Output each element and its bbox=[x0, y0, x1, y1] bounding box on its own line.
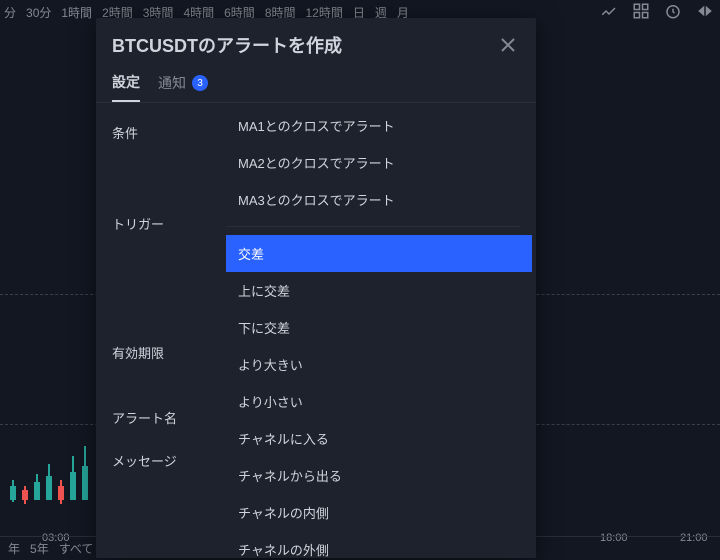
rewind-icon[interactable] bbox=[696, 2, 714, 20]
tab-settings[interactable]: 設定 bbox=[112, 72, 140, 102]
label-condition: 条件 bbox=[112, 123, 226, 142]
trigger-option-group: 交差 上に交差 下に交差 より大きい より小さい チャネルに入る チャネルから出… bbox=[226, 231, 532, 558]
timeframe-item[interactable]: 30分 bbox=[26, 4, 51, 21]
close-button[interactable] bbox=[496, 33, 520, 57]
range-item[interactable]: 5年 bbox=[30, 540, 49, 557]
label-expiry: 有効期限 bbox=[112, 343, 226, 362]
label-message: メッセージ bbox=[112, 451, 226, 470]
trigger-option[interactable]: より小さい bbox=[226, 383, 532, 420]
tab-notify[interactable]: 通知 3 bbox=[158, 72, 208, 102]
notify-badge: 3 bbox=[192, 75, 208, 91]
options-dropdown[interactable]: MA1とのクロスでアラート MA2とのクロスでアラート MA3とのクロスでアラー… bbox=[226, 103, 536, 558]
timeframe-item[interactable]: 1時間 bbox=[61, 4, 92, 21]
alert-clock-icon[interactable] bbox=[664, 2, 682, 20]
trigger-option[interactable]: 下に交差 bbox=[226, 309, 532, 346]
trigger-option[interactable]: 交差 bbox=[226, 235, 532, 272]
candlesticks bbox=[10, 466, 88, 500]
condition-option-group: MA1とのクロスでアラート MA2とのクロスでアラート MA3とのクロスでアラー… bbox=[226, 103, 532, 222]
condition-option[interactable]: MA3とのクロスでアラート bbox=[226, 181, 532, 218]
trigger-option[interactable]: より大きい bbox=[226, 346, 532, 383]
trigger-option[interactable]: 上に交差 bbox=[226, 272, 532, 309]
modal-tabs: 設定 通知 3 bbox=[96, 66, 536, 103]
tab-label: 設定 bbox=[112, 72, 140, 92]
trigger-option[interactable]: チャネルに入る bbox=[226, 420, 532, 457]
grid-icon[interactable] bbox=[632, 2, 650, 20]
form-labels-column: 条件 トリガー 有効期限 アラート名 メッセージ bbox=[96, 103, 226, 558]
modal-title: BTCUSDTのアラートを作成 bbox=[112, 32, 342, 58]
range-item[interactable]: 年 bbox=[8, 540, 20, 557]
timeframe-item[interactable]: 分 bbox=[4, 4, 16, 21]
range-item[interactable]: すべて bbox=[59, 540, 94, 557]
chart-icon[interactable] bbox=[600, 2, 618, 20]
tab-label: 通知 bbox=[158, 73, 186, 93]
condition-option[interactable]: MA2とのクロスでアラート bbox=[226, 144, 532, 181]
trigger-option[interactable]: チャネルから出る bbox=[226, 457, 532, 494]
label-alert-name: アラート名 bbox=[112, 408, 226, 427]
condition-option[interactable]: MA1とのクロスでアラート bbox=[226, 107, 532, 144]
trigger-option[interactable]: チャネルの内側 bbox=[226, 494, 532, 531]
divider bbox=[226, 226, 520, 227]
trigger-option[interactable]: チャネルの外側 bbox=[226, 531, 532, 558]
create-alert-modal: BTCUSDTのアラートを作成 設定 通知 3 条件 トリガー 有効期限 アラー… bbox=[96, 18, 536, 558]
label-trigger: トリガー bbox=[112, 214, 226, 233]
